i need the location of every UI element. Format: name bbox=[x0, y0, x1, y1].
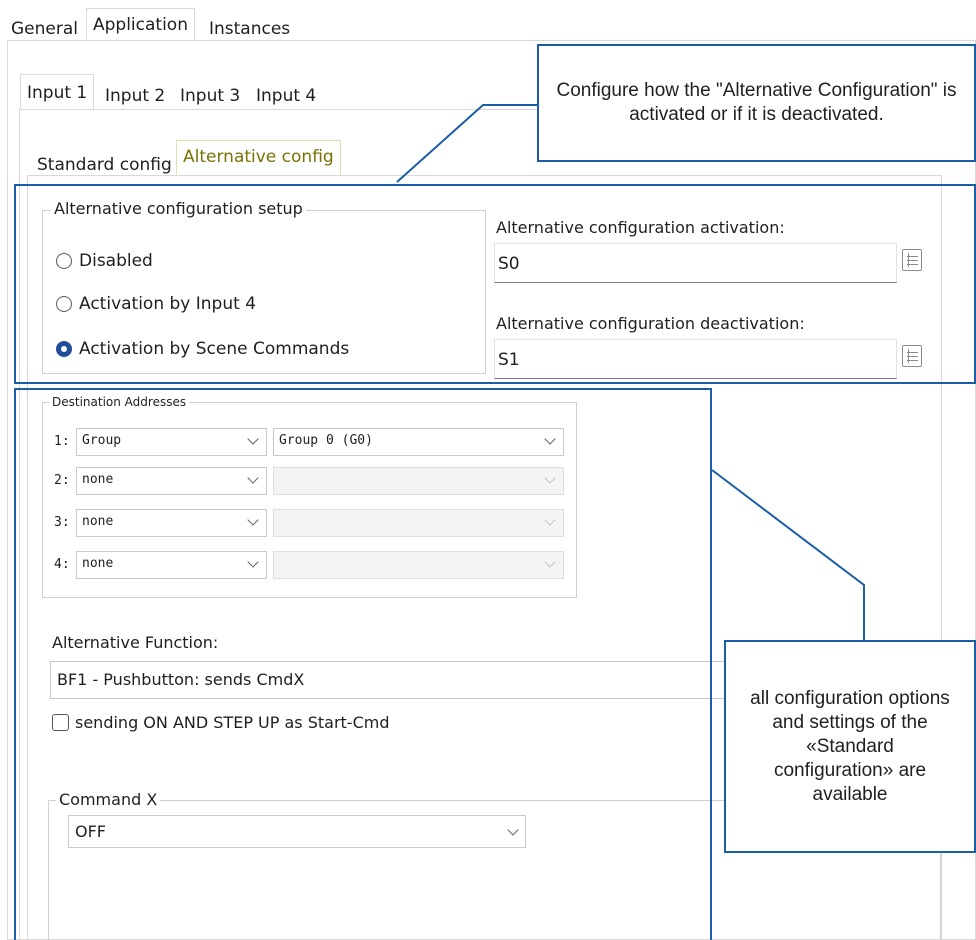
callout-standard-config-text: all configuration options and settings o… bbox=[750, 687, 950, 805]
callout-standard-config-note: all configuration options and settings o… bbox=[724, 640, 976, 853]
callout-activation-text: Configure how the "Alternative Configura… bbox=[556, 80, 957, 125]
callout-activation-note: Configure how the "Alternative Configura… bbox=[537, 44, 976, 162]
